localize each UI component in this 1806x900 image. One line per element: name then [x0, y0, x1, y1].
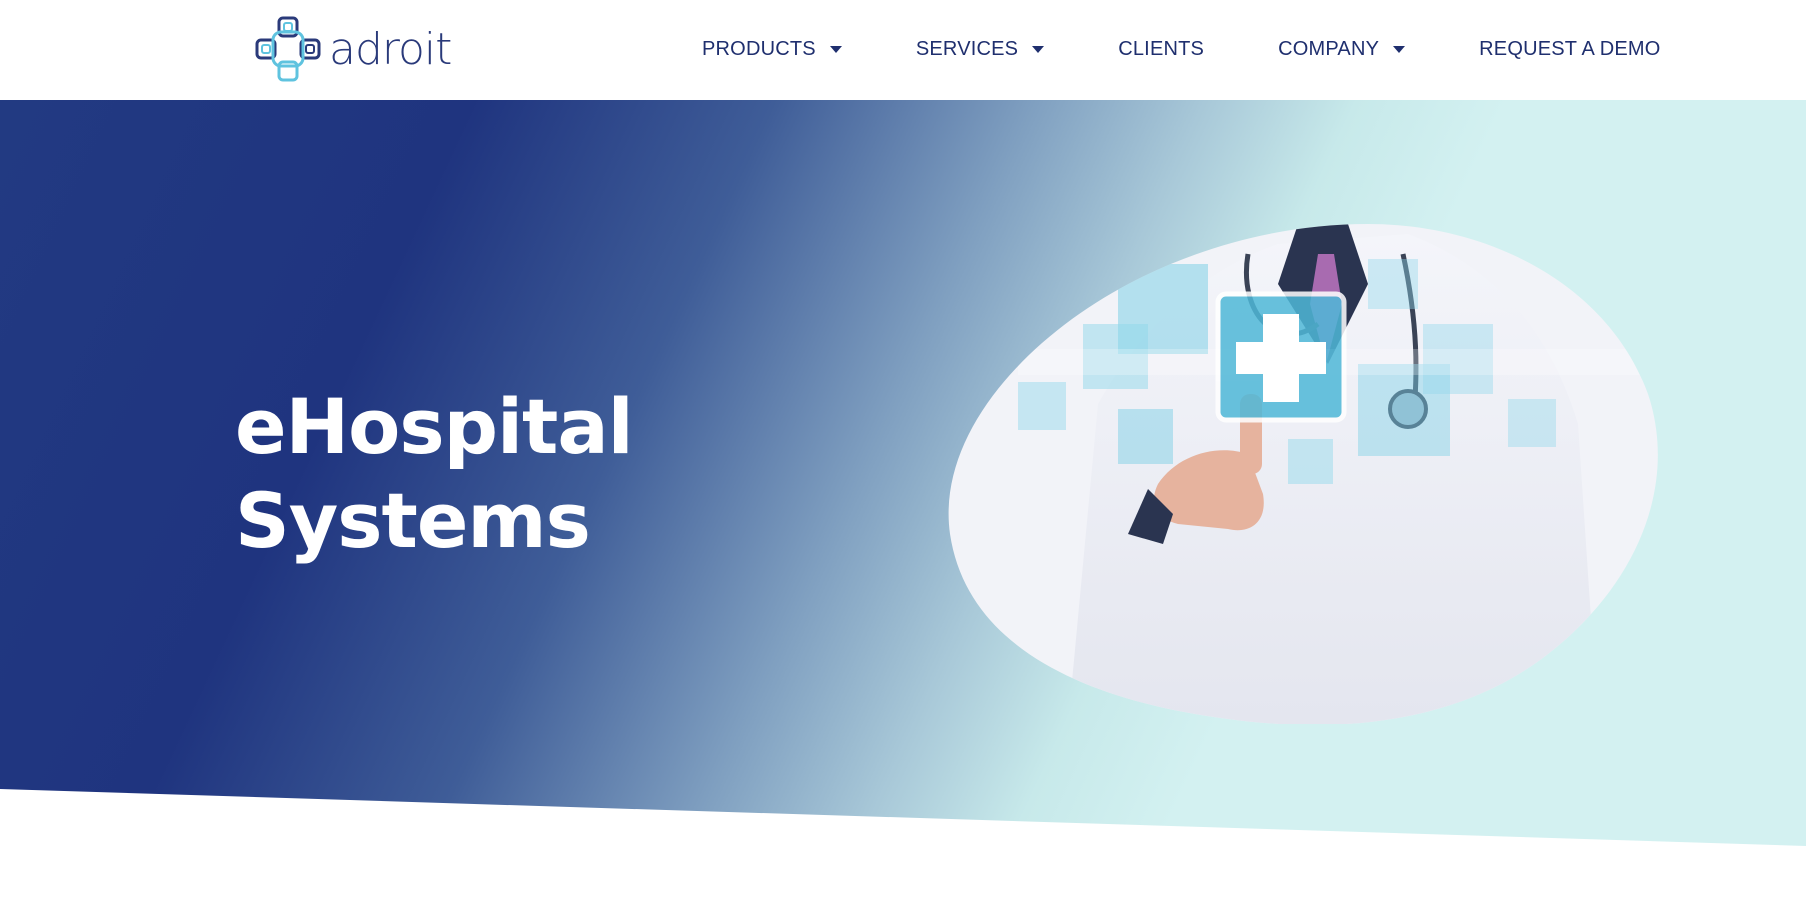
nav-services[interactable]: SERVICES — [915, 37, 1045, 61]
chevron-down-icon — [1032, 45, 1045, 53]
nav-request-demo-label: REQUEST A DEMO — [1479, 37, 1661, 60]
adroit-logo[interactable]: adroit — [253, 14, 473, 86]
nav-request-demo[interactable]: REQUEST A DEMO — [1479, 38, 1660, 61]
page-title-line-2: Systems — [235, 476, 591, 565]
nav-clients-label: CLIENTS — [1118, 37, 1205, 60]
page-title-line-1: eHospital — [235, 382, 634, 471]
nav-company-label: COMPANY — [1278, 37, 1380, 60]
chevron-down-icon — [1393, 45, 1406, 53]
chevron-down-icon — [829, 45, 842, 53]
medical-cross-logo-icon — [255, 16, 321, 82]
nav-products[interactable]: PRODUCTS — [702, 38, 842, 61]
nav-company[interactable]: COMPANY — [1278, 37, 1406, 61]
logo-wordmark: adroit — [329, 24, 452, 75]
nav-services-label: SERVICES — [915, 37, 1019, 60]
nav-clients[interactable]: CLIENTS — [1118, 38, 1204, 61]
main-navigation: PRODUCTS SERVICES CLIENTS COMPANY REQUES… — [702, 34, 1661, 64]
doctor-touching-medical-cross-icon — [948, 224, 1658, 724]
page-title: eHospital Systems — [235, 380, 634, 568]
hero-banner: eHospital Systems — [0, 100, 1806, 846]
site-header: adroit PRODUCTS SERVICES CLIENTS COMPANY… — [0, 0, 1806, 100]
nav-products-label: PRODUCTS — [702, 37, 816, 60]
